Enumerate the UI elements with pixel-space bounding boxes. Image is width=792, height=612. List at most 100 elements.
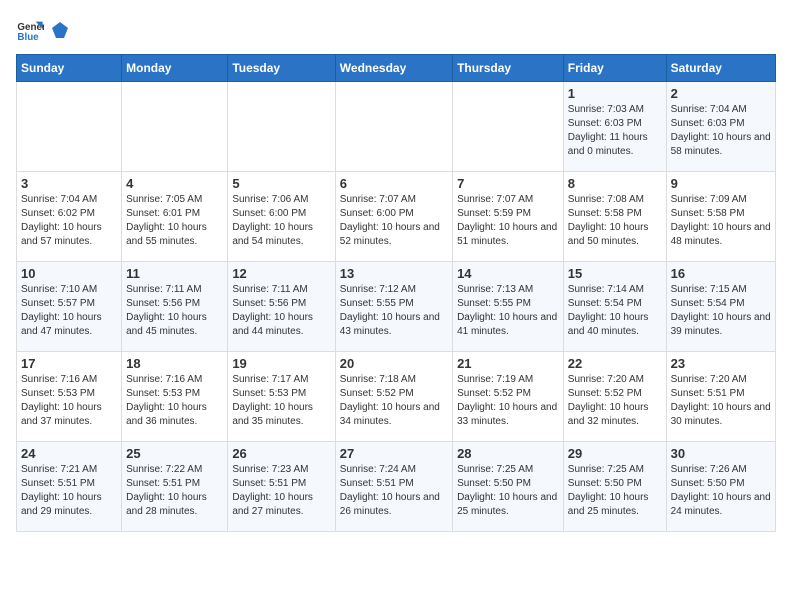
- day-number: 11: [126, 266, 223, 281]
- day-number: 23: [671, 356, 771, 371]
- day-info: Sunrise: 7:20 AM Sunset: 5:52 PM Dayligh…: [568, 373, 662, 429]
- calendar-cell: 10 Sunrise: 7:10 AM Sunset: 5:57 PM Dayli…: [17, 262, 122, 352]
- calendar-cell: 21 Sunrise: 7:19 AM Sunset: 5:52 PM Dayli…: [453, 352, 564, 442]
- day-number: 14: [457, 266, 559, 281]
- day-number: 24: [21, 446, 117, 461]
- day-number: 12: [232, 266, 330, 281]
- day-number: 2: [671, 86, 771, 101]
- header-tuesday: Tuesday: [228, 55, 335, 82]
- day-info: Sunrise: 7:23 AM Sunset: 5:51 PM Dayligh…: [232, 463, 330, 519]
- logo-icon: General Blue: [16, 16, 44, 44]
- day-info: Sunrise: 7:24 AM Sunset: 5:51 PM Dayligh…: [340, 463, 448, 519]
- calendar-cell: 8 Sunrise: 7:08 AM Sunset: 5:58 PM Daylig…: [563, 172, 666, 262]
- day-info: Sunrise: 7:04 AM Sunset: 6:02 PM Dayligh…: [21, 193, 117, 249]
- header-saturday: Saturday: [666, 55, 775, 82]
- weekday-header-row: Sunday Monday Tuesday Wednesday Thursday…: [17, 55, 776, 82]
- day-info: Sunrise: 7:20 AM Sunset: 5:51 PM Dayligh…: [671, 373, 771, 429]
- day-number: 22: [568, 356, 662, 371]
- calendar-week-row: 24 Sunrise: 7:21 AM Sunset: 5:51 PM Dayli…: [17, 442, 776, 532]
- day-info: Sunrise: 7:26 AM Sunset: 5:50 PM Dayligh…: [671, 463, 771, 519]
- calendar-week-row: 3 Sunrise: 7:04 AM Sunset: 6:02 PM Daylig…: [17, 172, 776, 262]
- day-info: Sunrise: 7:16 AM Sunset: 5:53 PM Dayligh…: [21, 373, 117, 429]
- day-number: 6: [340, 176, 448, 191]
- calendar-cell: 29Sunrise: 7:25 AM Sunset: 5:50 PM Dayli…: [563, 442, 666, 532]
- day-number: 28: [457, 446, 559, 461]
- calendar-cell: 2 Sunrise: 7:04 AM Sunset: 6:03 PM Daylig…: [666, 82, 775, 172]
- day-info: Sunrise: 7:25 AM Sunset: 5:50 PM Dayligh…: [457, 463, 559, 519]
- day-info: Sunrise: 7:07 AM Sunset: 6:00 PM Dayligh…: [340, 193, 448, 249]
- day-number: 8: [568, 176, 662, 191]
- calendar-cell: 1Sunrise: 7:03 AM Sunset: 6:03 PM Daylig…: [563, 82, 666, 172]
- day-number: 7: [457, 176, 559, 191]
- day-number: 15: [568, 266, 662, 281]
- calendar-cell: 15 Sunrise: 7:14 AM Sunset: 5:54 PM Dayli…: [563, 262, 666, 352]
- day-number: 26: [232, 446, 330, 461]
- day-number: 27: [340, 446, 448, 461]
- calendar-cell: 9Sunrise: 7:09 AM Sunset: 5:58 PM Daylig…: [666, 172, 775, 262]
- calendar-week-row: 1Sunrise: 7:03 AM Sunset: 6:03 PM Daylig…: [17, 82, 776, 172]
- day-number: 16: [671, 266, 771, 281]
- calendar-cell: 22 Sunrise: 7:20 AM Sunset: 5:52 PM Dayli…: [563, 352, 666, 442]
- calendar-cell: 11 Sunrise: 7:11 AM Sunset: 5:56 PM Dayli…: [122, 262, 228, 352]
- day-number: 18: [126, 356, 223, 371]
- day-info: Sunrise: 7:05 AM Sunset: 6:01 PM Dayligh…: [126, 193, 223, 249]
- calendar-cell: 18 Sunrise: 7:16 AM Sunset: 5:53 PM Dayli…: [122, 352, 228, 442]
- day-info: Sunrise: 7:07 AM Sunset: 5:59 PM Dayligh…: [457, 193, 559, 249]
- calendar-cell: [17, 82, 122, 172]
- day-number: 30: [671, 446, 771, 461]
- calendar-cell: 24 Sunrise: 7:21 AM Sunset: 5:51 PM Dayli…: [17, 442, 122, 532]
- day-number: 10: [21, 266, 117, 281]
- calendar-cell: [228, 82, 335, 172]
- calendar-cell: 17 Sunrise: 7:16 AM Sunset: 5:53 PM Dayli…: [17, 352, 122, 442]
- day-info: Sunrise: 7:04 AM Sunset: 6:03 PM Dayligh…: [671, 103, 771, 159]
- day-number: 9: [671, 176, 771, 191]
- day-info: Sunrise: 7:15 AM Sunset: 5:54 PM Dayligh…: [671, 283, 771, 339]
- calendar-cell: 30 Sunrise: 7:26 AM Sunset: 5:50 PM Dayli…: [666, 442, 775, 532]
- calendar-cell: 27 Sunrise: 7:24 AM Sunset: 5:51 PM Dayli…: [335, 442, 452, 532]
- logo: General Blue: [16, 16, 72, 44]
- calendar-cell: 4 Sunrise: 7:05 AM Sunset: 6:01 PM Daylig…: [122, 172, 228, 262]
- day-info: Sunrise: 7:18 AM Sunset: 5:52 PM Dayligh…: [340, 373, 448, 429]
- calendar-cell: 19 Sunrise: 7:17 AM Sunset: 5:53 PM Dayli…: [228, 352, 335, 442]
- calendar-cell: 14 Sunrise: 7:13 AM Sunset: 5:55 PM Dayli…: [453, 262, 564, 352]
- day-number: 17: [21, 356, 117, 371]
- header-thursday: Thursday: [453, 55, 564, 82]
- day-info: Sunrise: 7:21 AM Sunset: 5:51 PM Dayligh…: [21, 463, 117, 519]
- day-info: Sunrise: 7:16 AM Sunset: 5:53 PM Dayligh…: [126, 373, 223, 429]
- day-info: Sunrise: 7:14 AM Sunset: 5:54 PM Dayligh…: [568, 283, 662, 339]
- day-info: Sunrise: 7:17 AM Sunset: 5:53 PM Dayligh…: [232, 373, 330, 429]
- day-number: 3: [21, 176, 117, 191]
- day-info: Sunrise: 7:10 AM Sunset: 5:57 PM Dayligh…: [21, 283, 117, 339]
- day-info: Sunrise: 7:08 AM Sunset: 5:58 PM Dayligh…: [568, 193, 662, 249]
- calendar-week-row: 10 Sunrise: 7:10 AM Sunset: 5:57 PM Dayli…: [17, 262, 776, 352]
- calendar-cell: 20 Sunrise: 7:18 AM Sunset: 5:52 PM Dayli…: [335, 352, 452, 442]
- calendar-week-row: 17 Sunrise: 7:16 AM Sunset: 5:53 PM Dayli…: [17, 352, 776, 442]
- header-sunday: Sunday: [17, 55, 122, 82]
- svg-text:Blue: Blue: [17, 32, 39, 43]
- day-info: Sunrise: 7:13 AM Sunset: 5:55 PM Dayligh…: [457, 283, 559, 339]
- header-friday: Friday: [563, 55, 666, 82]
- day-number: 4: [126, 176, 223, 191]
- calendar-cell: 13Sunrise: 7:12 AM Sunset: 5:55 PM Dayli…: [335, 262, 452, 352]
- day-number: 20: [340, 356, 448, 371]
- day-info: Sunrise: 7:19 AM Sunset: 5:52 PM Dayligh…: [457, 373, 559, 429]
- calendar-cell: 25Sunrise: 7:22 AM Sunset: 5:51 PM Dayli…: [122, 442, 228, 532]
- header: General Blue: [16, 16, 776, 44]
- header-wednesday: Wednesday: [335, 55, 452, 82]
- calendar-cell: [453, 82, 564, 172]
- day-number: 19: [232, 356, 330, 371]
- calendar-cell: 26 Sunrise: 7:23 AM Sunset: 5:51 PM Dayli…: [228, 442, 335, 532]
- calendar-cell: 3 Sunrise: 7:04 AM Sunset: 6:02 PM Daylig…: [17, 172, 122, 262]
- day-info: Sunrise: 7:03 AM Sunset: 6:03 PM Dayligh…: [568, 103, 662, 159]
- calendar-cell: 23 Sunrise: 7:20 AM Sunset: 5:51 PM Dayli…: [666, 352, 775, 442]
- calendar-table: Sunday Monday Tuesday Wednesday Thursday…: [16, 54, 776, 532]
- day-number: 5: [232, 176, 330, 191]
- day-info: Sunrise: 7:25 AM Sunset: 5:50 PM Dayligh…: [568, 463, 662, 519]
- day-number: 21: [457, 356, 559, 371]
- day-info: Sunrise: 7:11 AM Sunset: 5:56 PM Dayligh…: [126, 283, 223, 339]
- calendar-cell: 28 Sunrise: 7:25 AM Sunset: 5:50 PM Dayli…: [453, 442, 564, 532]
- calendar-cell: 16 Sunrise: 7:15 AM Sunset: 5:54 PM Dayli…: [666, 262, 775, 352]
- day-info: Sunrise: 7:06 AM Sunset: 6:00 PM Dayligh…: [232, 193, 330, 249]
- day-number: 25: [126, 446, 223, 461]
- calendar-cell: [122, 82, 228, 172]
